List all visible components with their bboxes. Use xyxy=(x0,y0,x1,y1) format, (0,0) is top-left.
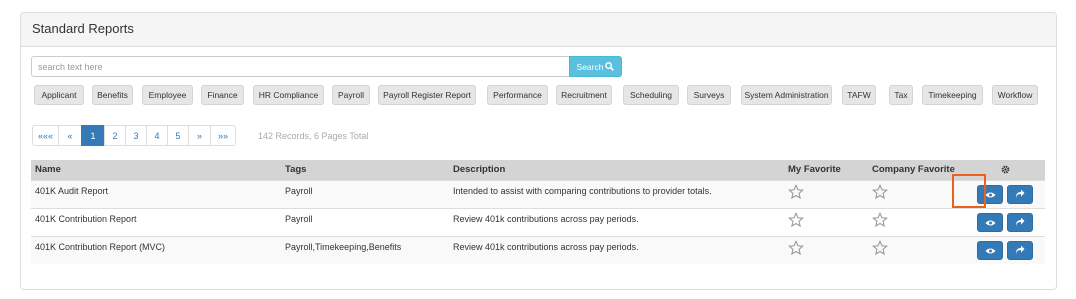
page-last-button[interactable]: »» xyxy=(210,125,236,146)
my-favorite-star-icon[interactable] xyxy=(788,240,804,256)
share-report-button[interactable] xyxy=(1007,185,1033,204)
search-button[interactable]: Search xyxy=(569,56,622,77)
view-report-button[interactable] xyxy=(977,185,1003,204)
table-row: 401K Contribution Report (MVC) Payroll,T… xyxy=(31,236,1045,264)
page-button[interactable]: 3 xyxy=(125,125,147,146)
tag-button[interactable]: Scheduling xyxy=(623,85,679,105)
report-description: Review 401k contributions across pay per… xyxy=(453,214,639,224)
report-tags: Payroll xyxy=(285,186,313,196)
tag-button[interactable]: Surveys xyxy=(687,85,731,105)
report-tags: Payroll,Timekeeping,Benefits xyxy=(285,242,402,252)
page-button[interactable]: 2 xyxy=(104,125,126,146)
report-name: 401K Contribution Report (MVC) xyxy=(35,242,166,252)
tag-button[interactable]: Applicant xyxy=(34,85,84,105)
col-my-favorite-header: My Favorite xyxy=(788,164,841,175)
search-icon xyxy=(605,62,615,71)
search-input[interactable] xyxy=(31,56,571,77)
view-report-button[interactable] xyxy=(977,213,1003,232)
records-summary: 142 Records, 6 Pages Total xyxy=(258,131,369,141)
table-row: 401K Audit Report Payroll Intended to as… xyxy=(31,180,1045,208)
pagination: ««« « 1 2 3 4 5 » »» xyxy=(32,125,236,146)
tag-button[interactable]: Finance xyxy=(201,85,244,105)
report-description: Review 401k contributions across pay per… xyxy=(453,242,639,252)
col-description-header: Description xyxy=(453,164,506,175)
table-header: Name Tags Description My Favorite Compan… xyxy=(31,160,1045,180)
share-report-button[interactable] xyxy=(1007,213,1033,232)
report-name: 401K Contribution Report xyxy=(35,214,137,224)
view-report-button[interactable] xyxy=(977,241,1003,260)
page-button[interactable]: 4 xyxy=(146,125,168,146)
report-name: 401K Audit Report xyxy=(35,186,109,196)
share-report-button[interactable] xyxy=(1007,241,1033,260)
page-first-button[interactable]: ««« xyxy=(32,125,59,146)
share-arrow-icon xyxy=(1015,190,1025,199)
tag-button[interactable]: Performance xyxy=(487,85,548,105)
search-bar: Search xyxy=(31,56,622,77)
standard-reports-panel: Standard Reports Search Applicant Benefi… xyxy=(20,12,1057,290)
tag-button[interactable]: System Administration xyxy=(741,85,832,105)
eye-icon xyxy=(984,219,996,226)
report-tags: Payroll xyxy=(285,214,313,224)
tag-button[interactable]: HR Compliance xyxy=(253,85,324,105)
share-arrow-icon xyxy=(1015,218,1025,227)
company-favorite-star-icon[interactable] xyxy=(872,212,888,228)
col-tags-header: Tags xyxy=(285,164,307,175)
tag-button[interactable]: Tax xyxy=(889,85,913,105)
tag-button[interactable]: Timekeeping xyxy=(922,85,983,105)
page-button-active[interactable]: 1 xyxy=(81,125,105,146)
company-favorite-star-icon[interactable] xyxy=(872,184,888,200)
table-row: 401K Contribution Report Payroll Review … xyxy=(31,208,1045,236)
tag-button[interactable]: Benefits xyxy=(92,85,133,105)
tag-button[interactable]: TAFW xyxy=(842,85,876,105)
page-prev-button[interactable]: « xyxy=(58,125,82,146)
col-name-header: Name xyxy=(35,164,61,175)
gear-icon[interactable] xyxy=(1001,165,1010,174)
company-favorite-star-icon[interactable] xyxy=(872,240,888,256)
tag-button[interactable]: Payroll Register Report xyxy=(378,85,476,105)
tag-button[interactable]: Employee xyxy=(142,85,193,105)
panel-title: Standard Reports xyxy=(21,13,1056,47)
col-company-favorite-header: Company Favorite xyxy=(872,164,955,175)
tag-button[interactable]: Payroll xyxy=(332,85,370,105)
page-button[interactable]: 5 xyxy=(167,125,189,146)
search-button-label: Search xyxy=(576,61,604,72)
tag-button[interactable]: Workflow xyxy=(992,85,1038,105)
my-favorite-star-icon[interactable] xyxy=(788,212,804,228)
my-favorite-star-icon[interactable] xyxy=(788,184,804,200)
share-arrow-icon xyxy=(1015,246,1025,255)
eye-icon xyxy=(984,247,996,254)
page-next-button[interactable]: » xyxy=(188,125,211,146)
tag-button[interactable]: Recruitment xyxy=(556,85,612,105)
report-description: Intended to assist with comparing contri… xyxy=(453,186,712,196)
eye-icon xyxy=(984,191,996,198)
